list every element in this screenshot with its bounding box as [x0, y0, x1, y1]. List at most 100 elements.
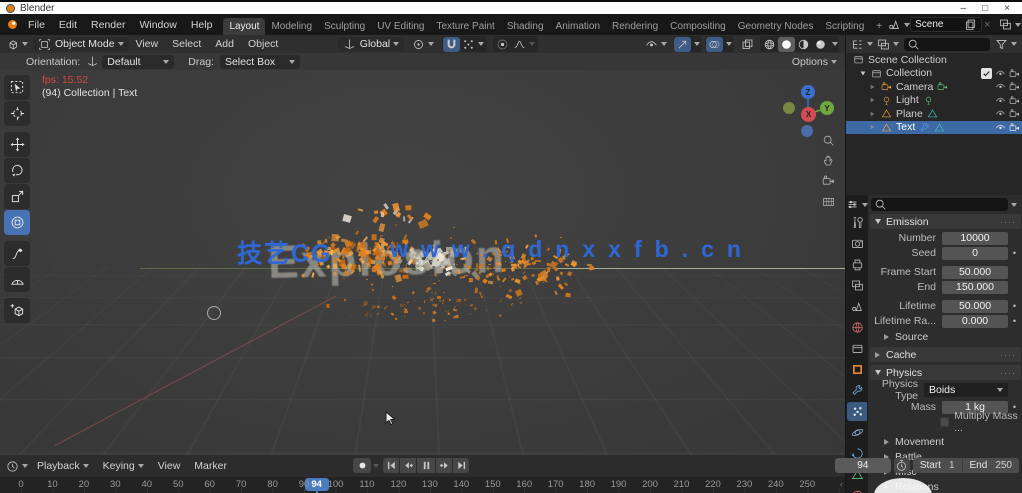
previous-keyframe-button[interactable]	[400, 458, 416, 473]
workspace-tab-compositing[interactable]: Compositing	[664, 18, 732, 35]
timeline-menu-keying[interactable]: Keying	[96, 458, 151, 474]
gizmo-neg-z-axis[interactable]	[801, 125, 813, 137]
render-visibility-icon[interactable]	[1009, 68, 1020, 79]
current-frame-field[interactable]: 94	[834, 458, 891, 473]
new-scene-icon[interactable]	[964, 18, 977, 31]
timeline-menu-playback[interactable]: Playback	[30, 458, 96, 474]
workspace-tab-geometry-nodes[interactable]: Geometry Nodes	[732, 18, 820, 35]
emission-section-header[interactable]: Emission ····	[870, 214, 1021, 229]
timeline-ruler[interactable]: 94 ‹ 0 10 20 30 40 50 60 70 80 90 100 110 120 130 140 1…	[0, 477, 845, 493]
hide-icon[interactable]	[995, 68, 1006, 79]
unlink-scene-icon[interactable]: ×	[984, 19, 990, 31]
shading-wireframe-button[interactable]	[761, 37, 778, 52]
tool-transform[interactable]	[4, 210, 30, 235]
value-field[interactable]: 0.000	[942, 314, 1008, 328]
frame-end-field[interactable]: End 250	[961, 458, 1019, 473]
workspace-tab-modeling[interactable]: Modeling	[265, 18, 318, 35]
value-field[interactable]: 50.000	[942, 265, 1008, 279]
viewlayer-icon[interactable]	[999, 18, 1012, 31]
snap-settings-button[interactable]	[460, 37, 486, 52]
collection-checkbox[interactable]	[981, 67, 992, 79]
show-overlays-toggle[interactable]	[706, 36, 723, 52]
shading-rendered-button[interactable]	[812, 37, 829, 52]
outliner-row-collection[interactable]: Collection	[846, 67, 1022, 81]
workspace-tab-sculpting[interactable]: Sculpting	[318, 18, 371, 35]
value-field[interactable]: 10000	[942, 231, 1008, 245]
tool-measure[interactable]	[4, 267, 30, 292]
properties-tab-output[interactable]	[847, 255, 867, 274]
minimize-button[interactable]: –	[961, 3, 967, 14]
outliner-filter-button[interactable]	[993, 37, 1019, 52]
render-visibility-icon[interactable]	[1009, 122, 1020, 133]
outliner-row-text[interactable]: Text	[846, 120, 1022, 134]
viewport-menu-add[interactable]: Add	[208, 36, 241, 52]
scene-icon[interactable]	[888, 18, 901, 31]
record-button[interactable]	[353, 458, 371, 473]
properties-editor-type-button[interactable]	[844, 198, 870, 211]
meshtri-data-icon[interactable]	[927, 108, 938, 119]
workspace-tab-animation[interactable]: Animation	[550, 18, 606, 35]
properties-tab-modifiers[interactable]	[847, 381, 867, 400]
outliner-row-light[interactable]: Light	[846, 94, 1022, 108]
maximize-button[interactable]: □	[982, 3, 988, 14]
snap-toggle[interactable]	[443, 36, 461, 52]
hide-icon[interactable]	[995, 108, 1006, 119]
workspace-tab-rendering[interactable]: Rendering	[606, 18, 664, 35]
viewport-menu-view[interactable]: View	[129, 36, 166, 52]
ruler-collapse-icon[interactable]: ‹	[840, 479, 843, 490]
menu-window[interactable]: Window	[132, 17, 183, 33]
subpanel-source[interactable]: Source	[870, 329, 1021, 344]
menu-edit[interactable]: Edit	[52, 17, 84, 33]
properties-search-input[interactable]	[871, 198, 1008, 211]
jump-to-start-button[interactable]	[383, 458, 399, 473]
workspace-tab-scripting[interactable]: Scripting	[819, 18, 870, 35]
tool-move[interactable]	[4, 132, 30, 157]
outliner-row-plane[interactable]: Plane	[846, 107, 1022, 121]
viewport-3d[interactable]: Explosion 技艺CG www.qdnxxfb.cn fps: 15.52…	[0, 70, 845, 455]
properties-tab-material[interactable]	[847, 486, 867, 493]
render-visibility-icon[interactable]	[1009, 95, 1020, 106]
outliner-search-input[interactable]	[904, 37, 990, 51]
properties-tab-view-layer[interactable]	[847, 276, 867, 295]
multiply-mass-checkbox[interactable]	[940, 417, 950, 427]
hide-icon[interactable]	[995, 122, 1006, 133]
outliner-row-camera[interactable]: Camera	[846, 80, 1022, 94]
show-object-types-button[interactable]	[643, 37, 669, 52]
editor-type-button[interactable]	[4, 37, 30, 52]
orientation-value-dropdown[interactable]: Default	[102, 54, 175, 69]
animate-dot[interactable]: •	[1008, 248, 1021, 258]
properties-tab-tool[interactable]	[847, 213, 867, 232]
xray-toggle[interactable]	[739, 37, 756, 52]
workspace-tab-layout[interactable]: Layout	[223, 18, 266, 35]
show-gizmo-toggle[interactable]	[674, 36, 691, 52]
gizmo-neg-x-axis[interactable]	[783, 102, 795, 114]
physics-type-dropdown[interactable]: Boids	[924, 383, 1008, 397]
drag-value-dropdown[interactable]: Select Box	[219, 54, 300, 69]
outliner-display-mode-button[interactable]	[875, 37, 901, 52]
properties-tab-particles[interactable]	[847, 402, 867, 421]
gizmo-z-axis[interactable]: Z	[801, 85, 815, 99]
gizmo-x-axis[interactable]: X	[801, 107, 816, 122]
properties-tab-scene[interactable]	[847, 297, 867, 316]
tool-select-box[interactable]	[4, 75, 30, 100]
add-workspace-button[interactable]: +	[870, 18, 888, 35]
properties-tab-collection[interactable]	[847, 339, 867, 358]
meshtri-data-icon[interactable]	[934, 122, 945, 133]
properties-tab-object[interactable]	[847, 360, 867, 379]
close-button[interactable]: ×	[1004, 3, 1010, 14]
workspace-tab-shading[interactable]: Shading	[501, 18, 550, 35]
jump-to-end-button[interactable]	[453, 458, 469, 473]
properties-tab-world[interactable]	[847, 318, 867, 337]
options-button[interactable]: Options	[792, 56, 837, 68]
timeline-menu-marker[interactable]: Marker	[187, 458, 234, 474]
frame-start-field[interactable]: Start 1	[912, 458, 962, 473]
ortho-toggle-control[interactable]	[817, 190, 839, 210]
zoom-control[interactable]	[817, 130, 839, 150]
render-visibility-icon[interactable]	[1009, 81, 1020, 92]
shading-solid-button[interactable]	[778, 36, 795, 52]
workspace-tab-uv-editing[interactable]: UV Editing	[371, 18, 430, 35]
tool-annotate[interactable]	[4, 241, 30, 266]
gizmo-y-axis[interactable]: Y	[820, 101, 834, 115]
workspace-tab-texture-paint[interactable]: Texture Paint	[430, 18, 500, 35]
tool-scale[interactable]	[4, 184, 30, 209]
